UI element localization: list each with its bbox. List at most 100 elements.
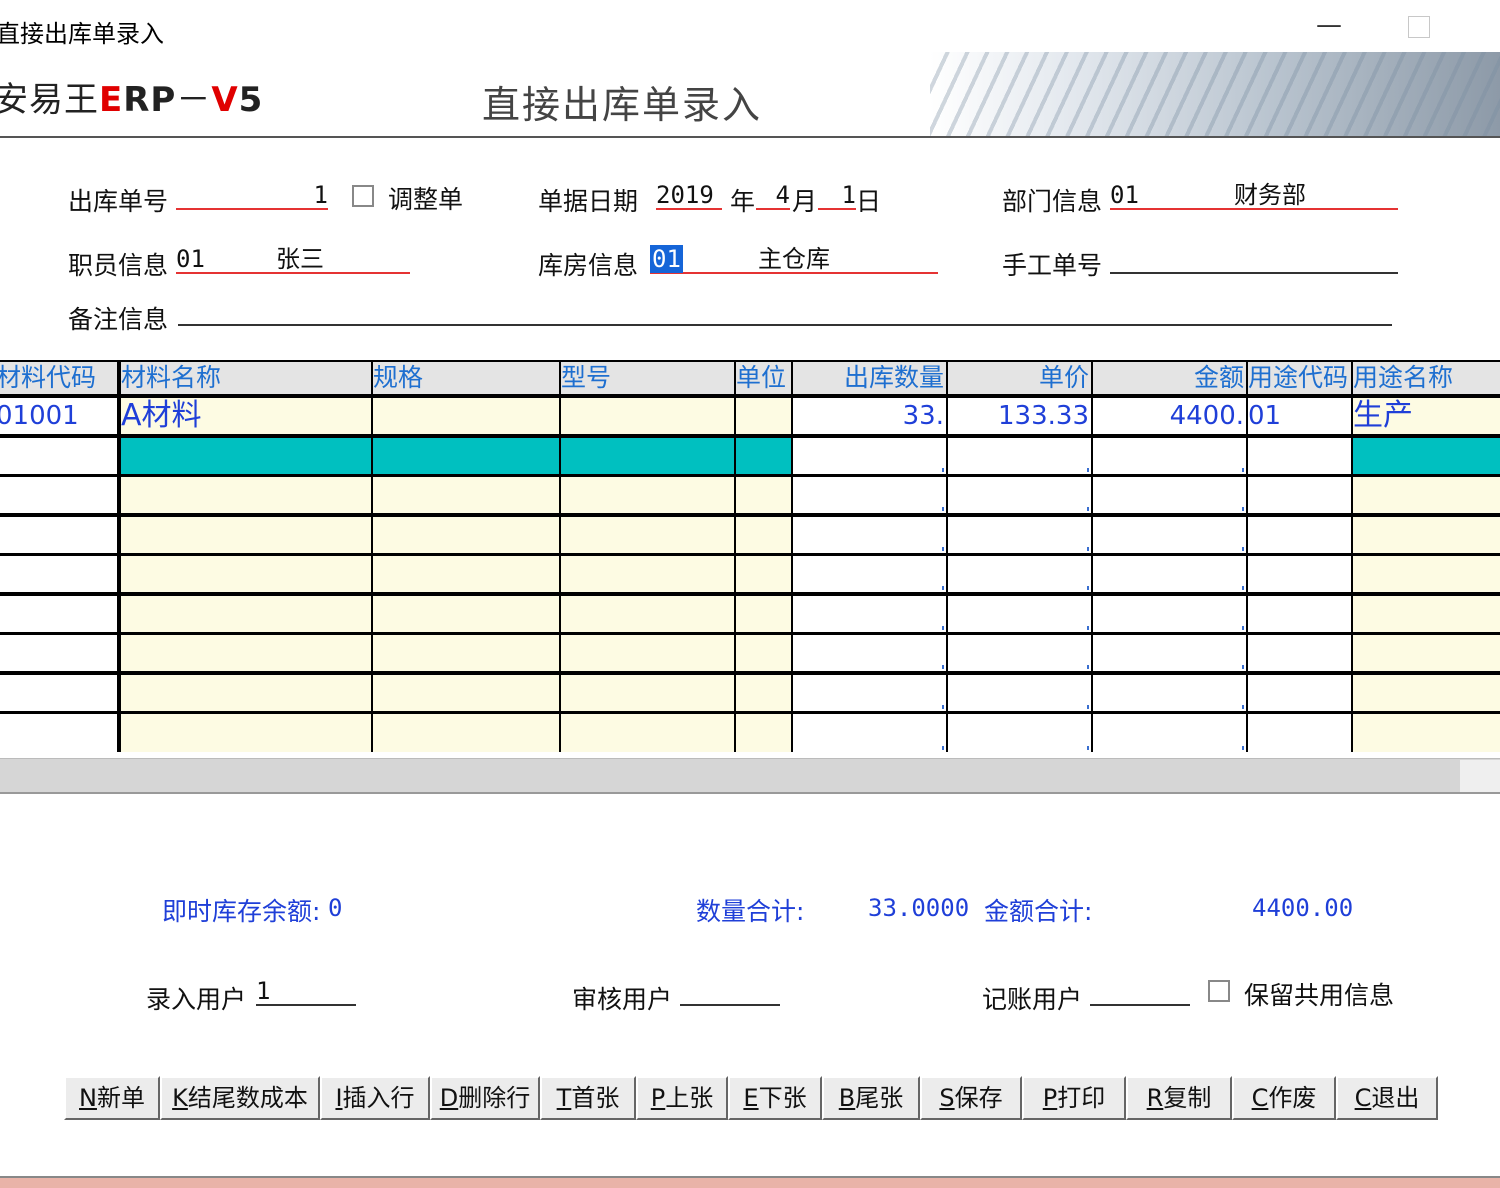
empty-cell[interactable] [373,517,559,553]
empty-cell[interactable] [121,517,371,553]
empty-cell[interactable] [948,517,1091,553]
empty-cell[interactable] [373,556,559,592]
toolbar-button[interactable]: C作废 [1232,1076,1336,1120]
column-header[interactable]: 规格 [373,362,559,394]
year-field[interactable]: 2019 [656,180,722,210]
empty-cell[interactable] [793,675,946,711]
empty-cell[interactable] [1248,675,1351,711]
empty-cell[interactable] [948,438,1091,474]
keep-shared-checkbox[interactable] [1208,980,1230,1002]
toolbar-button[interactable]: D删除行 [430,1076,540,1120]
empty-cell[interactable] [736,517,791,553]
empty-cell[interactable] [1248,477,1351,513]
grid-cell[interactable]: 01001 [0,398,117,434]
column-header[interactable]: 出库数量 [793,362,946,394]
toolbar-button[interactable]: B尾张 [822,1076,920,1120]
grid-cell[interactable]: A材料 [121,398,371,434]
empty-cell[interactable] [736,675,791,711]
empty-cell[interactable] [736,556,791,592]
grid-cell[interactable]: 33. [793,398,946,434]
dept-field[interactable]: 01 财务部 [1110,180,1398,210]
remark-field[interactable] [178,296,1392,326]
empty-cell[interactable] [373,675,559,711]
empty-cell[interactable] [1353,596,1500,632]
grid-cell[interactable]: 生产 [1353,398,1500,434]
grid-cell[interactable]: 4400. [1093,398,1246,434]
empty-cell[interactable] [0,477,117,513]
empty-cell[interactable] [373,635,559,671]
maximize-button[interactable] [1408,16,1430,38]
toolbar-button[interactable]: S保存 [920,1076,1022,1120]
empty-cell[interactable] [948,477,1091,513]
empty-cell[interactable] [1248,438,1351,474]
column-header[interactable]: 型号 [561,362,734,394]
empty-cell[interactable] [1093,635,1246,671]
empty-cell[interactable] [373,438,559,474]
empty-cell[interactable] [1093,477,1246,513]
empty-cell[interactable] [948,714,1091,752]
items-grid[interactable]: 材料代码 材料名称 规格 型号 单位 出库数量 单价 金额 用途代码 用途名称 01001 A材料 33… [0,360,1500,752]
toolbar-button[interactable]: P上张 [636,1076,728,1120]
toolbar-button[interactable]: N新单 [64,1076,160,1120]
empty-cell[interactable] [1093,596,1246,632]
toolbar-button[interactable]: I插入行 [320,1076,430,1120]
empty-cell[interactable] [793,556,946,592]
staff-field[interactable]: 01 张三 [176,244,410,274]
warehouse-field[interactable]: 01 主仓库 [650,244,938,274]
minimize-button[interactable]: — [1314,10,1344,40]
empty-cell[interactable] [736,714,791,752]
empty-cell[interactable] [561,438,734,474]
empty-cell[interactable] [121,477,371,513]
empty-cell[interactable] [1353,556,1500,592]
empty-cell[interactable] [373,596,559,632]
empty-cell[interactable] [1353,635,1500,671]
toolbar-button[interactable]: E下张 [728,1076,822,1120]
empty-cell[interactable] [1353,438,1500,474]
grid-cell[interactable] [736,398,791,434]
column-header[interactable]: 材料代码 [0,362,117,394]
column-header[interactable]: 单位 [736,362,791,394]
empty-cell[interactable] [561,517,734,553]
day-field[interactable]: 1 [818,180,856,210]
empty-cell[interactable] [793,596,946,632]
empty-cell[interactable] [0,438,117,474]
empty-cell[interactable] [793,714,946,752]
empty-cell[interactable] [1353,714,1500,752]
empty-cell[interactable] [561,714,734,752]
empty-cell[interactable] [121,438,371,474]
empty-cell[interactable] [793,635,946,671]
adjust-checkbox[interactable] [352,185,374,207]
manual-no-field[interactable] [1110,244,1398,274]
empty-cell[interactable] [561,675,734,711]
empty-cell[interactable] [121,675,371,711]
out-no-field[interactable]: 1 [176,180,328,210]
empty-cell[interactable] [0,635,117,671]
column-header[interactable]: 用途代码 [1248,362,1351,394]
empty-cell[interactable] [373,714,559,752]
empty-cell[interactable] [121,714,371,752]
entry-user-field[interactable]: 1 [256,976,356,1006]
empty-cell[interactable] [561,635,734,671]
empty-cell[interactable] [793,517,946,553]
empty-cell[interactable] [373,477,559,513]
empty-cell[interactable] [0,596,117,632]
empty-cell[interactable] [1248,517,1351,553]
empty-cell[interactable] [561,596,734,632]
empty-cell[interactable] [948,675,1091,711]
grid-cell[interactable] [561,398,734,434]
grid-cell[interactable] [373,398,559,434]
empty-cell[interactable] [561,556,734,592]
empty-cell[interactable] [0,675,117,711]
empty-cell[interactable] [0,556,117,592]
empty-cell[interactable] [1093,556,1246,592]
empty-cell[interactable] [1093,714,1246,752]
empty-cell[interactable] [1093,438,1246,474]
empty-cell[interactable] [948,635,1091,671]
empty-cell[interactable] [948,556,1091,592]
empty-cell[interactable] [1248,596,1351,632]
empty-cell[interactable] [1093,675,1246,711]
empty-cell[interactable] [1248,556,1351,592]
empty-cell[interactable] [0,517,117,553]
column-header[interactable]: 材料名称 [121,362,371,394]
empty-cell[interactable] [1353,477,1500,513]
